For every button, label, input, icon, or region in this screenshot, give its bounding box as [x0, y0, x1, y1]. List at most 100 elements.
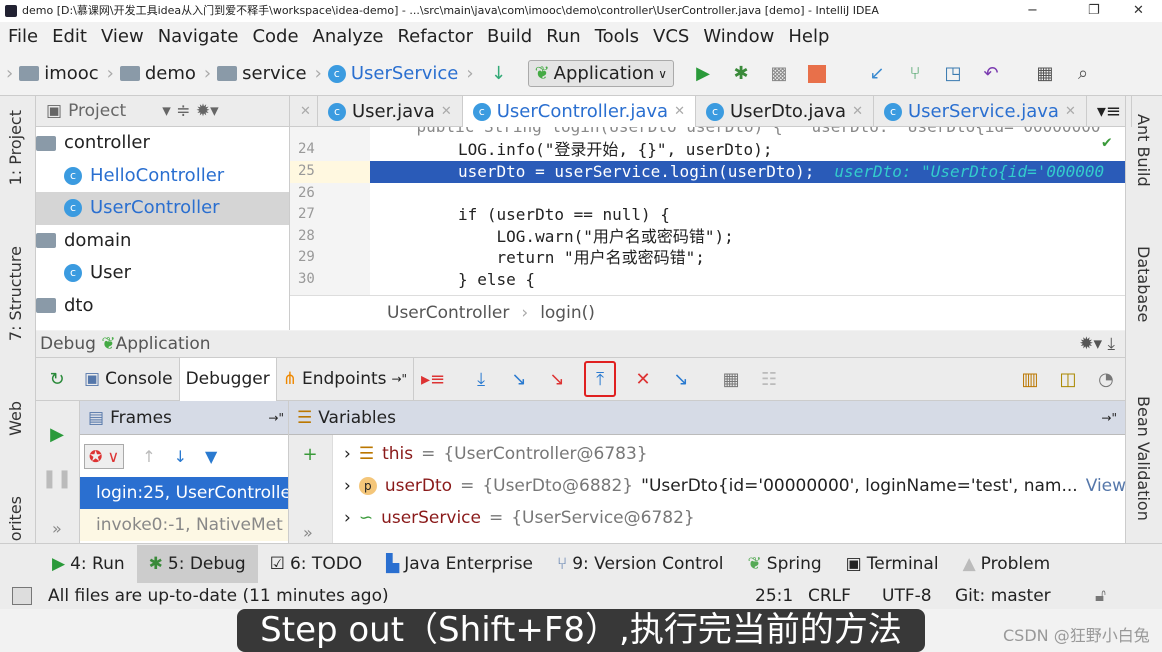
tool-tab-run[interactable]: ▶ 4: Run	[40, 545, 137, 583]
crumb-demo[interactable]: demo	[119, 63, 196, 84]
caret-position[interactable]: 25:1	[755, 583, 793, 609]
menu-tools[interactable]: Tools	[595, 22, 639, 52]
tree-item-user[interactable]: c User	[36, 257, 289, 290]
expand-icon[interactable]: ›	[344, 502, 351, 534]
down-arrow-icon[interactable]: ↓	[174, 447, 187, 466]
menu-run[interactable]: Run	[546, 22, 581, 52]
restore-button[interactable]: ❐	[1088, 0, 1100, 22]
tree-item-domain[interactable]: domain	[36, 225, 289, 258]
settings-icon[interactable]: ▾ ≑ ✹▾	[162, 96, 218, 127]
tab-usercontroller-java[interactable]: c UserController.java ✕	[462, 96, 696, 127]
debug-settings-icon[interactable]: ✹▾ ⤓	[1079, 331, 1115, 358]
revert-icon[interactable]: ↶	[980, 63, 1002, 85]
line-separator[interactable]: CRLF	[808, 583, 851, 609]
breadcrumb-class[interactable]: UserController	[387, 303, 509, 323]
run-config-select[interactable]: ❦ Application ∨	[527, 60, 675, 87]
debug-icon[interactable]: ✱	[730, 63, 752, 85]
step-into-icon[interactable]: ↘	[508, 368, 530, 390]
menu-navigate[interactable]: Navigate	[158, 22, 239, 52]
breadcrumb-method[interactable]: login()	[540, 303, 595, 323]
variable-row-userdto[interactable]: › p userDto = {UserDto@6882} "UserDto{id='000…	[344, 470, 1126, 502]
tool-tab-bean-validation[interactable]: Bean Validation	[1134, 396, 1153, 521]
memory-icon[interactable]: ◔	[1095, 368, 1117, 390]
toggle-tool-windows-icon[interactable]	[12, 587, 32, 605]
tab-userdto-java[interactable]: c UserDto.java ✕	[696, 96, 874, 127]
filter-icon[interactable]: ▼	[205, 447, 217, 466]
vcs-history-icon[interactable]: ◳	[942, 63, 964, 85]
resume-icon[interactable]: ▶	[46, 423, 68, 445]
trace-icon[interactable]: ☷	[758, 368, 780, 390]
tab-user-java[interactable]: c User.java ✕	[318, 96, 463, 127]
more-icon[interactable]: »	[303, 523, 313, 542]
menu-build[interactable]: Build	[487, 22, 532, 52]
tool-tab-version-control[interactable]: ⑂ 9: Version Control	[545, 545, 736, 583]
frame-item-selected[interactable]: login:25, UserControlle	[80, 477, 288, 509]
tab-debugger[interactable]: Debugger	[179, 357, 277, 401]
expand-icon[interactable]: ›	[344, 470, 351, 502]
more-icon[interactable]: »	[52, 519, 62, 538]
close-icon[interactable]: ✕	[441, 104, 452, 119]
tool-tab-debug[interactable]: ✱ 5: Debug	[136, 544, 258, 583]
tool-tab-terminal[interactable]: ▣ Terminal	[834, 545, 951, 583]
expand-icon[interactable]: ›	[344, 438, 351, 470]
tree-item-controller[interactable]: controller	[36, 127, 289, 160]
drop-frame-icon[interactable]: ✕	[632, 368, 654, 390]
menu-code[interactable]: Code	[252, 22, 298, 52]
tool-tab-database[interactable]: Database	[1134, 246, 1153, 322]
run-icon[interactable]: ▶	[692, 63, 714, 85]
view-link[interactable]: View	[1086, 470, 1126, 502]
menu-refactor[interactable]: Refactor	[397, 22, 473, 52]
coverage-icon[interactable]: ▩	[768, 63, 790, 85]
variable-row-userservice[interactable]: › ∽ userService = {UserService@6782}	[344, 502, 695, 534]
code-editor[interactable]: public String login(UserDto userDto) { u…	[290, 127, 1125, 295]
close-button[interactable]: ✕	[1133, 0, 1144, 22]
close-icon[interactable]: ✕	[852, 104, 863, 119]
tab-console[interactable]: ▣ Console	[78, 357, 180, 401]
encoding[interactable]: UTF-8	[882, 583, 932, 609]
variable-row-this[interactable]: › ☰ this = {UserController@6783}	[344, 438, 648, 470]
menu-edit[interactable]: Edit	[52, 22, 87, 52]
show-execution-point-icon[interactable]: ▸≡	[421, 368, 445, 390]
menu-vcs[interactable]: VCS	[653, 22, 689, 52]
project-header-label[interactable]: Project	[68, 96, 126, 127]
tree-item-usercontroller[interactable]: c UserController	[36, 192, 289, 225]
sort-icon[interactable]: ↓	[488, 63, 510, 85]
tab-userservice-java[interactable]: c UserService.java ✕	[874, 96, 1087, 127]
menu-help[interactable]: Help	[788, 22, 829, 52]
tool-tab-todo[interactable]: ☑ 6: TODO	[258, 545, 374, 583]
evaluate-expression-icon[interactable]: ▦	[720, 368, 742, 390]
menu-file[interactable]: File	[8, 22, 38, 52]
menu-window[interactable]: Window	[703, 22, 774, 52]
view-breakpoints-icon[interactable]: ▥	[1019, 368, 1041, 390]
lock-icon[interactable]: 🔓︎	[1095, 583, 1106, 609]
tool-tab-ant-build[interactable]: Ant Build	[1134, 114, 1153, 187]
up-arrow-icon[interactable]: ↑	[142, 447, 155, 466]
tool-tab-project[interactable]: 1: Project	[6, 110, 25, 185]
tab-list-icon[interactable]: ▾≡	[1087, 96, 1132, 127]
stop-icon[interactable]	[806, 63, 828, 85]
tool-tab-structure[interactable]: 7: Structure	[6, 246, 25, 341]
minimize-button[interactable]: −	[1027, 0, 1038, 22]
add-watch-icon[interactable]: +	[299, 443, 321, 465]
vcs-update-icon[interactable]: ↙	[866, 63, 888, 85]
tree-item-dto[interactable]: dto	[36, 290, 289, 323]
tree-item-hellocontroller[interactable]: c HelloController	[36, 160, 289, 193]
step-over-icon[interactable]: ⤓	[470, 368, 492, 390]
tool-tab-web[interactable]: Web	[6, 401, 25, 436]
crumb-imooc[interactable]: imooc	[19, 63, 99, 84]
menu-analyze[interactable]: Analyze	[313, 22, 384, 52]
search-icon[interactable]: ⌕	[1072, 63, 1094, 85]
tool-tab-java-enterprise[interactable]: ▙ Java Enterprise	[374, 545, 545, 583]
vcs-commit-icon[interactable]: ⑂	[904, 63, 926, 85]
close-icon[interactable]: ✕	[674, 104, 685, 119]
force-step-into-icon[interactable]: ↘	[546, 368, 568, 390]
tool-tab-favorites[interactable]: orites	[6, 496, 25, 541]
crumb-service[interactable]: service	[217, 63, 307, 84]
tool-tab-problems[interactable]: ▲ Problem	[951, 545, 1063, 583]
tab-endpoints[interactable]: ⋔ Endpoints →"	[277, 357, 415, 401]
tabs-close-icon[interactable]: ✕	[290, 96, 318, 127]
tool-tab-spring[interactable]: ❦ Spring	[736, 545, 834, 583]
rerun-icon[interactable]: ↻	[46, 368, 68, 390]
frame-item[interactable]: invoke0:-1, NativeMet	[80, 509, 288, 541]
git-branch[interactable]: Git: master	[955, 583, 1051, 609]
